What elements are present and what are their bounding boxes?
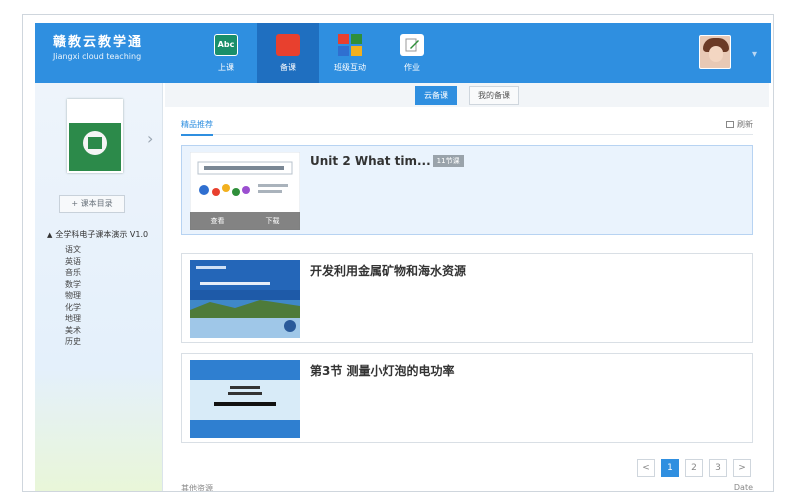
tree-item-subject[interactable]: 物理 <box>47 290 148 302</box>
tree-item-subject[interactable]: 音乐 <box>47 267 148 279</box>
top-header: 赣教云教学通 Jiangxi cloud teaching Abc 上课 备课 … <box>35 23 771 83</box>
page-button-2[interactable]: 2 <box>685 459 703 477</box>
page-button-1[interactable]: 1 <box>661 459 679 477</box>
nav-item-homework[interactable]: 作业 <box>381 23 443 83</box>
textbook-cover[interactable] <box>67 99 123 173</box>
sub-tabs: 精品推荐 刷新 <box>181 115 753 136</box>
course-card[interactable]: 第3节 测量小灯泡的电功率 <box>181 353 753 443</box>
tree-item-subject[interactable]: 数学 <box>47 279 148 291</box>
course-card[interactable]: 查看 下载 Unit 2 What tim... 11节课 <box>181 145 753 235</box>
chevron-right-icon[interactable]: › <box>147 129 153 148</box>
tab-recommended[interactable]: 精品推荐 <box>181 119 213 136</box>
view-button[interactable]: 查看 <box>211 216 225 226</box>
caret-down-icon[interactable]: ▲ <box>47 231 52 239</box>
other-resources-label: 其他资源 <box>181 484 213 492</box>
main-nav: Abc 上课 备课 班级互动 作业 <box>195 23 443 83</box>
course-card[interactable]: 开发利用金属矿物和海水资源 <box>181 253 753 343</box>
refresh-icon <box>726 121 734 128</box>
tab-cloud-prepare[interactable]: 云备课 <box>415 85 457 105</box>
tree-item-subject[interactable]: 历史 <box>47 336 148 348</box>
tab-my-prepare[interactable]: 我的备课 <box>469 85 519 105</box>
course-title[interactable]: 第3节 测量小灯泡的电功率 <box>310 362 455 379</box>
nav-item-label: 上课 <box>218 62 234 72</box>
app-window: 赣教云教学通 Jiangxi cloud teaching Abc 上课 备课 … <box>22 14 774 492</box>
chevron-down-icon[interactable]: ▾ <box>752 49 757 60</box>
course-title[interactable]: 开发利用金属矿物和海水资源 <box>310 262 466 279</box>
subject-tree: ▲ 全学科电子课本演示 V1.0 语文 英语 音乐 数学 物理 化学 地理 美术… <box>47 229 148 348</box>
tree-root[interactable]: ▲ 全学科电子课本演示 V1.0 <box>47 229 148 240</box>
pencil-icon <box>400 33 424 56</box>
thumbnail-actions: 查看 下载 <box>190 212 300 230</box>
catalog-button[interactable]: + 课本目录 <box>59 195 125 213</box>
course-title[interactable]: Unit 2 What tim... 11节课 <box>310 154 464 168</box>
tree-item-subject[interactable]: 化学 <box>47 302 148 314</box>
course-thumbnail[interactable] <box>190 360 300 438</box>
download-button[interactable]: 下载 <box>266 216 280 226</box>
tree-item-subject[interactable]: 美术 <box>47 325 148 337</box>
tree-item-subject[interactable]: 英语 <box>47 256 148 268</box>
brand: 赣教云教学通 Jiangxi cloud teaching <box>53 31 143 61</box>
prev-page-button[interactable]: < <box>637 459 655 477</box>
refresh-button[interactable]: 刷新 <box>726 119 753 130</box>
top-tabs: 云备课 我的备课 <box>165 83 769 107</box>
nav-item-class[interactable]: Abc 上课 <box>195 23 257 83</box>
brand-subtitle: Jiangxi cloud teaching <box>53 52 142 61</box>
nav-item-prepare[interactable]: 备课 <box>257 23 319 83</box>
main-content: 云备课 我的备课 精品推荐 刷新 查看 下载 Unit 2 What tim..… <box>165 83 769 492</box>
nav-item-label: 班级互动 <box>334 62 366 72</box>
bottom-row: 其他资源 Date <box>181 483 753 492</box>
course-thumbnail[interactable]: 查看 下载 <box>189 151 301 231</box>
nav-item-label: 备课 <box>280 62 296 72</box>
next-page-button[interactable]: > <box>733 459 751 477</box>
date-label: Date <box>733 483 753 492</box>
course-thumbnail[interactable] <box>190 260 300 338</box>
nav-item-interaction[interactable]: 班级互动 <box>319 23 381 83</box>
nav-item-label: 作业 <box>404 62 420 72</box>
abc-icon: Abc <box>214 33 238 56</box>
lesson-count-badge: 11节课 <box>432 155 464 167</box>
user-avatar[interactable] <box>699 35 731 69</box>
brand-title: 赣教云教学通 <box>53 35 144 50</box>
tiles-icon <box>338 33 362 56</box>
sidebar: › + 课本目录 ▲ 全学科电子课本演示 V1.0 语文 英语 音乐 数学 物理… <box>35 83 163 491</box>
tree-item-subject[interactable]: 语文 <box>47 244 148 256</box>
tree-item-subject[interactable]: 地理 <box>47 313 148 325</box>
page-button-3[interactable]: 3 <box>709 459 727 477</box>
book-icon <box>276 33 300 56</box>
pagination: < 1 2 3 > <box>637 459 751 477</box>
